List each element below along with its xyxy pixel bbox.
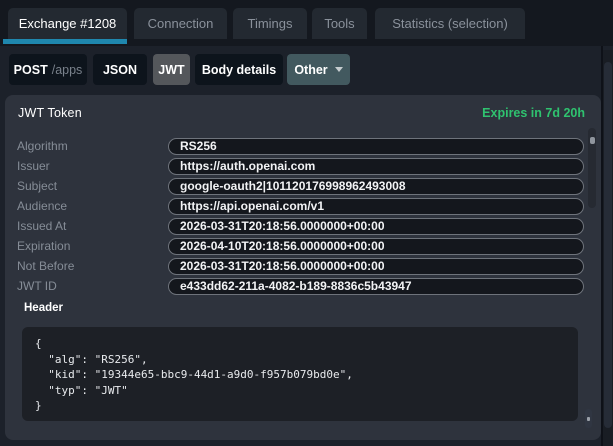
claim-row-subject: Subject google-oauth2|101120176998962493… bbox=[17, 176, 584, 196]
jwt-header-code-block[interactable]: { "alg": "RS256", "kid": "19344e65-bbc9-… bbox=[22, 327, 578, 421]
tab-post-apps[interactable]: POST /apps bbox=[9, 54, 87, 85]
claim-label: Issued At bbox=[17, 219, 168, 233]
request-path: /apps bbox=[52, 63, 83, 77]
panel-title: JWT Token bbox=[18, 106, 82, 120]
claim-value-field[interactable]: RS256 bbox=[168, 138, 584, 155]
claim-value-field[interactable]: 2026-03-31T20:18:56.0000000+00:00 bbox=[168, 218, 584, 235]
claim-row-not-before: Not Before 2026-03-31T20:18:56.0000000+0… bbox=[17, 256, 584, 276]
tab-timings[interactable]: Timings bbox=[233, 8, 307, 39]
token-expiry-badge: Expires in 7d 20h bbox=[482, 106, 585, 120]
header-section-title: Header bbox=[24, 302, 63, 314]
claim-row-expiration: Expiration 2026-04-10T20:18:56.0000000+0… bbox=[17, 236, 584, 256]
other-dropdown-button[interactable]: Other bbox=[287, 54, 350, 85]
jwt-header-json: { "alg": "RS256", "kid": "19344e65-bbc9-… bbox=[35, 336, 578, 414]
claim-row-audience: Audience https://api.openai.com/v1 bbox=[17, 196, 584, 216]
app-window: Exchange #1208 Connection Timings Tools … bbox=[0, 0, 613, 446]
claim-label: Issuer bbox=[17, 159, 168, 173]
claim-value-field[interactable]: google-oauth2|101120176998962493008 bbox=[168, 178, 584, 195]
claim-value-field[interactable]: 2026-04-10T20:18:56.0000000+00:00 bbox=[168, 238, 584, 255]
claim-value-field[interactable]: e433dd62-211a-4082-b189-8836c5b43947 bbox=[168, 278, 584, 295]
tab-tools[interactable]: Tools bbox=[312, 8, 367, 39]
tab-connection[interactable]: Connection bbox=[134, 8, 227, 39]
claim-value-field[interactable]: 2026-03-31T20:18:56.0000000+00:00 bbox=[168, 258, 584, 275]
claim-label: JWT ID bbox=[17, 279, 168, 293]
claim-row-issued-at: Issued At 2026-03-31T20:18:56.0000000+00… bbox=[17, 216, 584, 236]
tab-jwt[interactable]: JWT bbox=[153, 54, 190, 85]
claim-label: Audience bbox=[17, 199, 168, 213]
primary-tab-strip: Exchange #1208 Connection Timings Tools … bbox=[0, 0, 613, 46]
tab-exchange[interactable]: Exchange #1208 bbox=[8, 8, 127, 39]
claim-label: Algorithm bbox=[17, 139, 168, 153]
tab-body-details[interactable]: Body details bbox=[195, 54, 283, 85]
claim-label: Expiration bbox=[17, 239, 168, 253]
active-tab-underline bbox=[3, 39, 127, 44]
jwt-claims-list: Algorithm RS256 Issuer https://auth.open… bbox=[17, 136, 584, 296]
claim-row-jwt-id: JWT ID e433dd62-211a-4082-b189-8836c5b43… bbox=[17, 276, 584, 296]
tab-statistics[interactable]: Statistics (selection) bbox=[375, 8, 525, 39]
chevron-down-icon bbox=[335, 67, 343, 72]
fields-scrollbar-thumb[interactable] bbox=[590, 137, 595, 144]
window-scrollbar-thumb[interactable] bbox=[604, 62, 612, 428]
secondary-tab-strip: POST /apps JSON JWT Body details Other bbox=[9, 54, 350, 85]
claim-label: Not Before bbox=[17, 259, 168, 273]
code-scrollbar-grip-icon bbox=[587, 417, 590, 421]
claim-row-issuer: Issuer https://auth.openai.com bbox=[17, 156, 584, 176]
tab-json[interactable]: JSON bbox=[93, 54, 147, 85]
claim-value-field[interactable]: https://auth.openai.com bbox=[168, 158, 584, 175]
other-dropdown-label: Other bbox=[294, 63, 327, 77]
claim-value-field[interactable]: https://api.openai.com/v1 bbox=[168, 198, 584, 215]
claim-row-algorithm: Algorithm RS256 bbox=[17, 136, 584, 156]
claim-label: Subject bbox=[17, 179, 168, 193]
jwt-token-panel: JWT Token Expires in 7d 20h Algorithm RS… bbox=[5, 95, 601, 440]
request-method: POST bbox=[14, 63, 48, 77]
